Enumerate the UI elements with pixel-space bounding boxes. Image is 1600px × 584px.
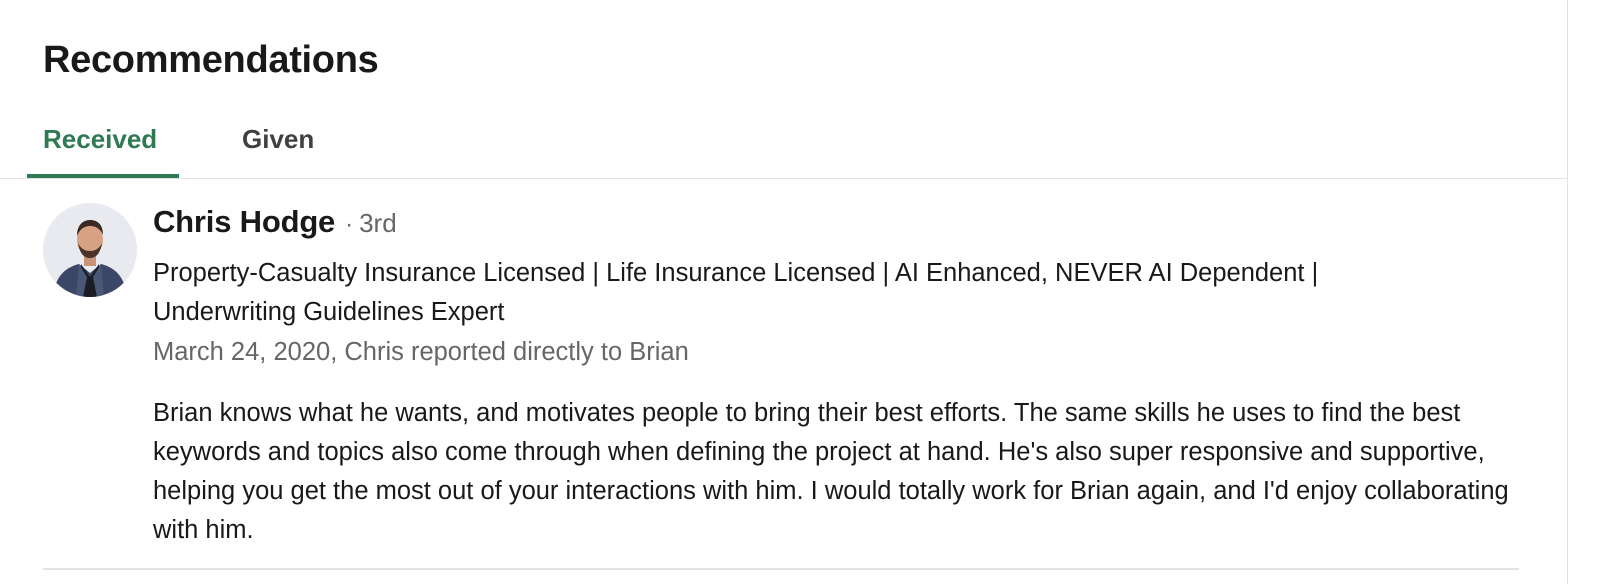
tab-received-label: Received — [43, 123, 158, 154]
recommender-name[interactable]: Chris Hodge — [153, 204, 335, 240]
recommender-line: Chris Hodge · 3rd — [153, 204, 1533, 248]
profile-photo-icon — [43, 203, 137, 297]
tab-given[interactable]: Given — [179, 100, 339, 178]
recommendation-meta: March 24, 2020, Chris reported directly … — [153, 338, 689, 366]
recommender-headline: Property-Casualty Insurance Licensed | L… — [153, 259, 1319, 326]
recommendation-tabs: Received Given — [27, 100, 339, 178]
section-title: Recommendations — [43, 39, 379, 81]
recommendation-text: Brian knows what he wants, and motivates… — [153, 399, 1509, 544]
tab-given-label: Given — [242, 123, 315, 154]
connection-degree: 3rd — [359, 208, 397, 238]
item-divider — [43, 568, 1519, 570]
tab-received[interactable]: Received — [27, 100, 179, 178]
avatar[interactable] — [43, 203, 137, 297]
recommendations-card: Recommendations Received Given Chris Hod… — [0, 0, 1568, 584]
tabs-divider — [0, 178, 1568, 179]
separator-dot: · — [345, 211, 354, 238]
recommendation-item: Chris Hodge · 3rd Property-Casualty Insu… — [153, 204, 1533, 550]
